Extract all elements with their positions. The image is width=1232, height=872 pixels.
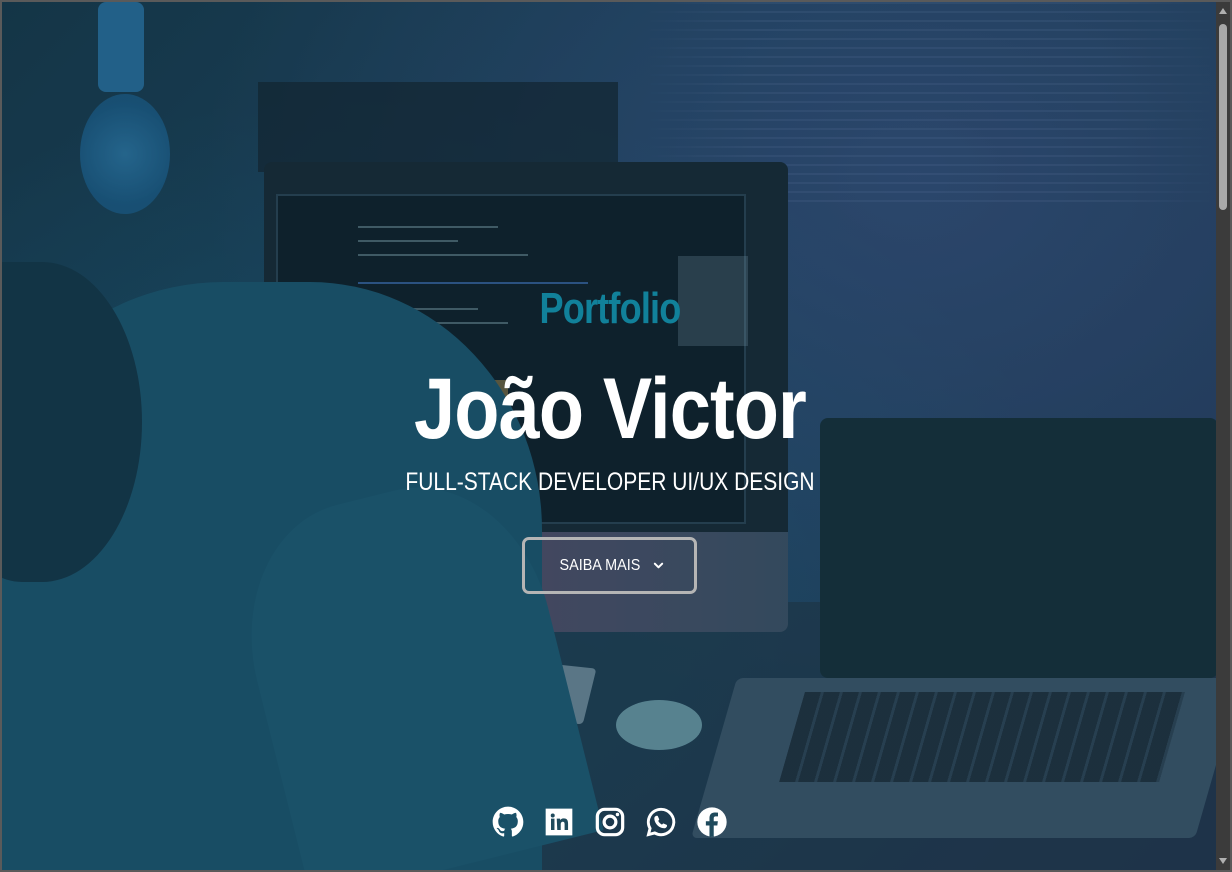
- scrollbar-thumb[interactable]: [1219, 24, 1227, 210]
- github-link[interactable]: [492, 806, 524, 838]
- saiba-mais-button[interactable]: SAIBA MAIS: [522, 537, 697, 594]
- scroll-up-arrow-icon[interactable]: [1216, 4, 1230, 18]
- chevron-down-icon: [653, 562, 664, 569]
- hero-content: Portfolio João Victor FULL-STACK DEVELOP…: [2, 2, 1218, 870]
- scrollbar[interactable]: [1216, 2, 1230, 870]
- hero-name: João Victor: [414, 361, 807, 457]
- browser-window: Portfolio João Victor FULL-STACK DEVELOP…: [0, 0, 1232, 872]
- instagram-link[interactable]: [594, 806, 626, 838]
- social-links: [2, 806, 1218, 838]
- github-icon: [492, 806, 524, 837]
- hero-role: FULL-STACK DEVELOPER UI/UX DESIGN: [405, 468, 815, 496]
- saiba-mais-label: SAIBA MAIS: [559, 556, 641, 574]
- instagram-icon: [595, 807, 625, 837]
- whatsapp-link[interactable]: [645, 806, 677, 838]
- scroll-down-arrow-icon[interactable]: [1216, 854, 1230, 868]
- hero-eyebrow: Portfolio: [539, 284, 682, 333]
- linkedin-link[interactable]: [543, 806, 575, 838]
- facebook-icon: [697, 807, 727, 837]
- whatsapp-icon: [646, 807, 676, 837]
- linkedin-icon: [545, 808, 573, 836]
- facebook-link[interactable]: [696, 806, 728, 838]
